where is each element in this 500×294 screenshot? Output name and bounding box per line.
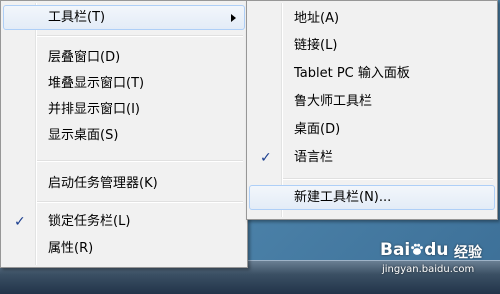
- submenu-arrow-icon: [231, 14, 236, 22]
- baidu-logo-text-a: Bai: [380, 240, 411, 260]
- baidu-logo: Bai du: [380, 240, 449, 260]
- submenu-item-language-bar[interactable]: ✓ 语言栏: [249, 145, 495, 170]
- toolbars-submenu: 地址(A) 链接(L) Tablet PC 输入面板 鲁大师工具栏 桌面(D) …: [246, 0, 498, 220]
- menu-separator: [37, 201, 243, 203]
- submenu-item-links-label: 链接(L): [294, 38, 338, 53]
- checkmark-icon: ✓: [260, 150, 272, 166]
- menu-item-toolbars-label: 工具栏(T): [48, 10, 106, 25]
- menu-item-side-by-side-windows[interactable]: 并排显示窗口(I): [3, 97, 245, 122]
- menu-item-stacked-windows[interactable]: 堆叠显示窗口(T): [3, 71, 245, 96]
- submenu-item-ludashi-toolbar-label: 鲁大师工具栏: [294, 94, 373, 109]
- menu-item-task-manager[interactable]: 启动任务管理器(K): [3, 171, 245, 196]
- menu-item-stacked-windows-label: 堆叠显示窗口(T): [48, 76, 145, 91]
- checkmark-icon: ✓: [14, 214, 26, 230]
- submenu-item-ludashi-toolbar[interactable]: 鲁大师工具栏: [249, 89, 495, 114]
- menu-item-cascade-windows[interactable]: 层叠窗口(D): [3, 45, 245, 70]
- menu-item-toolbars[interactable]: 工具栏(T): [3, 5, 245, 30]
- menu-item-properties[interactable]: 属性(R): [3, 236, 245, 261]
- submenu-item-new-toolbar-label: 新建工具栏(N)...: [294, 190, 392, 205]
- menu-separator: [283, 178, 493, 180]
- submenu-item-tablet-pc-input-label: Tablet PC 输入面板: [294, 66, 410, 81]
- menu-item-lock-taskbar[interactable]: ✓ 锁定任务栏(L): [3, 209, 245, 234]
- menu-item-show-desktop-label: 显示桌面(S): [48, 128, 119, 143]
- submenu-item-desktop-label: 桌面(D): [294, 122, 341, 137]
- menu-separator: [37, 35, 243, 37]
- submenu-item-tablet-pc-input[interactable]: Tablet PC 输入面板: [249, 61, 495, 86]
- jingyan-brand: 经验: [454, 245, 482, 261]
- menu-item-cascade-windows-label: 层叠窗口(D): [48, 50, 121, 65]
- submenu-item-new-toolbar[interactable]: 新建工具栏(N)...: [249, 185, 495, 210]
- taskbar-context-menu: 工具栏(T) 层叠窗口(D) 堆叠显示窗口(T) 并排显示窗口(I) 显示桌面(…: [0, 0, 248, 268]
- menu-item-show-desktop[interactable]: 显示桌面(S): [3, 123, 245, 148]
- menu-item-properties-label: 属性(R): [48, 241, 94, 256]
- submenu-item-links[interactable]: 链接(L): [249, 33, 495, 58]
- submenu-item-address-label: 地址(A): [294, 11, 340, 26]
- menu-item-side-by-side-windows-label: 并排显示窗口(I): [48, 102, 140, 117]
- submenu-item-desktop[interactable]: 桌面(D): [249, 117, 495, 142]
- submenu-item-language-bar-label: 语言栏: [294, 150, 334, 165]
- watermark-url: jingyan.baidu.com: [382, 264, 475, 275]
- menu-item-task-manager-label: 启动任务管理器(K): [48, 176, 158, 191]
- baidu-logo-text-b: du: [424, 240, 449, 260]
- submenu-item-address[interactable]: 地址(A): [249, 6, 495, 31]
- menu-separator: [37, 160, 243, 162]
- menu-item-lock-taskbar-label: 锁定任务栏(L): [48, 214, 131, 229]
- baidu-paw-icon: [411, 243, 424, 255]
- baidu-jingyan-watermark: Bai du 经验 jingyan.baidu.com: [376, 240, 498, 288]
